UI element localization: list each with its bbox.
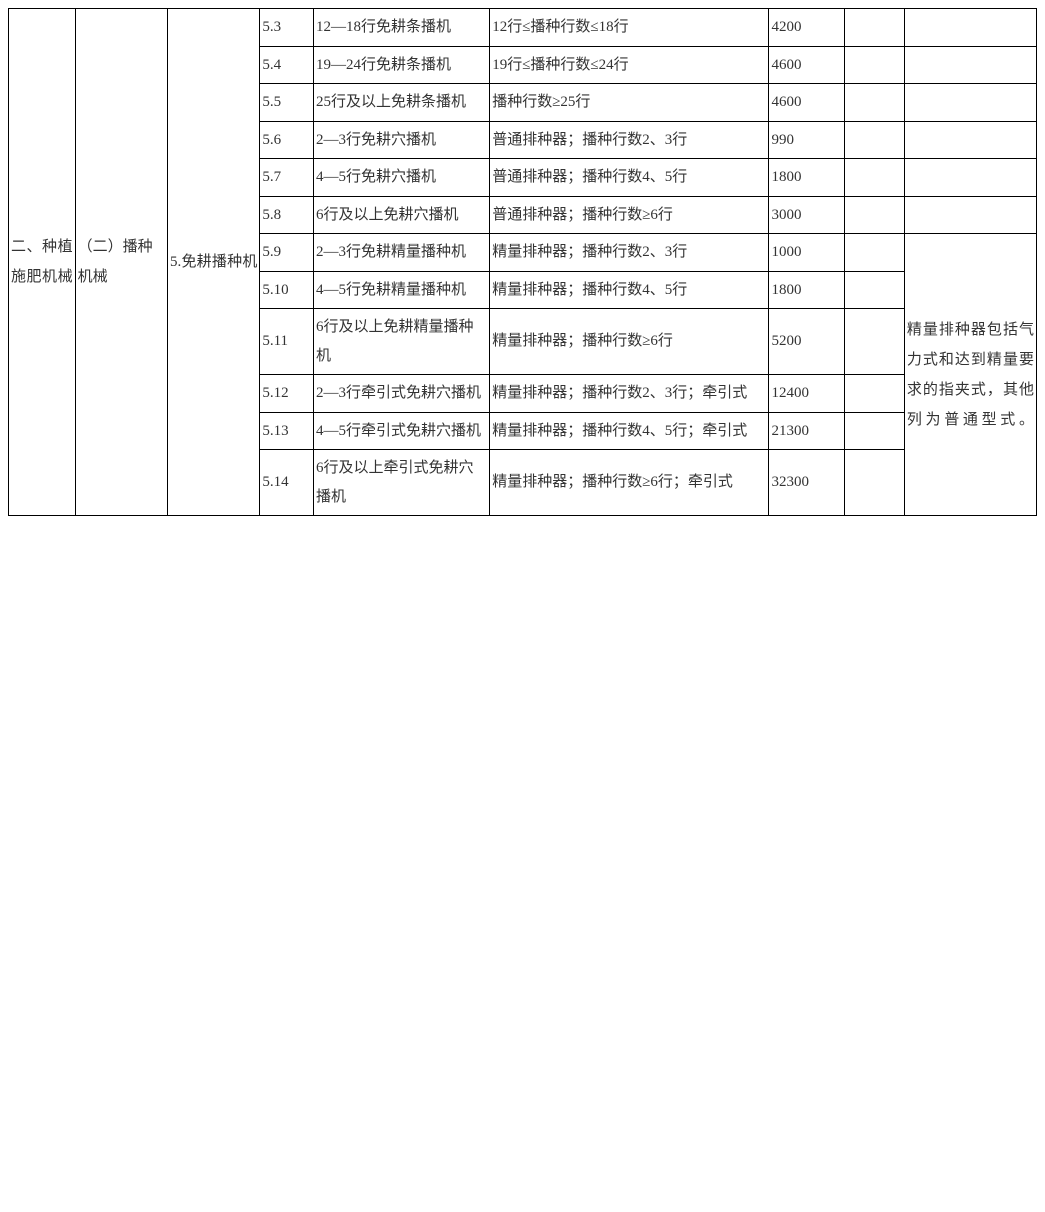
blank-cell [844, 234, 904, 272]
blank-cell [844, 412, 904, 450]
blank-cell [844, 271, 904, 309]
subsidy-cell: 5200 [769, 309, 844, 375]
note-cell: 精量排种器包括气力式和达到精量要求的指夹式，其他列为普通型式。 [904, 234, 1036, 516]
blank-cell [844, 375, 904, 413]
subsidy-cell: 21300 [769, 412, 844, 450]
subsidy-cell: 990 [769, 121, 844, 159]
subsidy-cell: 32300 [769, 450, 844, 516]
code-cell: 5.4 [260, 46, 314, 84]
table-row: 二、种植施肥机械 （二）播种机械 5.免耕播种机 5.3 12—18行免耕条播机… [9, 9, 1037, 47]
code-cell: 5.6 [260, 121, 314, 159]
spec-cell: 12行≤播种行数≤18行 [490, 9, 769, 47]
name-cell: 2—3行牵引式免耕穴播机 [314, 375, 490, 413]
name-cell: 6行及以上免耕穴播机 [314, 196, 490, 234]
subsidy-table: 二、种植施肥机械 （二）播种机械 5.免耕播种机 5.3 12—18行免耕条播机… [8, 8, 1037, 516]
subcategory-cell: （二）播种机械 [75, 9, 167, 516]
note-cell [904, 121, 1036, 159]
name-cell: 2—3行免耕穴播机 [314, 121, 490, 159]
name-cell: 4—5行免耕穴播机 [314, 159, 490, 197]
code-cell: 5.11 [260, 309, 314, 375]
spec-cell: 播种行数≥25行 [490, 84, 769, 122]
subsidy-cell: 1000 [769, 234, 844, 272]
spec-cell: 普通排种器；播种行数≥6行 [490, 196, 769, 234]
subsidy-cell: 4600 [769, 46, 844, 84]
code-cell: 5.5 [260, 84, 314, 122]
blank-cell [844, 309, 904, 375]
subsidy-cell: 1800 [769, 271, 844, 309]
category-cell: 二、种植施肥机械 [9, 9, 76, 516]
blank-cell [844, 121, 904, 159]
blank-cell [844, 46, 904, 84]
code-cell: 5.14 [260, 450, 314, 516]
group-cell: 5.免耕播种机 [167, 9, 259, 516]
blank-cell [844, 9, 904, 47]
spec-cell: 精量排种器；播种行数2、3行；牵引式 [490, 375, 769, 413]
code-cell: 5.9 [260, 234, 314, 272]
name-cell: 6行及以上免耕精量播种机 [314, 309, 490, 375]
subsidy-cell: 12400 [769, 375, 844, 413]
name-cell: 2—3行免耕精量播种机 [314, 234, 490, 272]
code-cell: 5.13 [260, 412, 314, 450]
code-cell: 5.8 [260, 196, 314, 234]
spec-cell: 普通排种器；播种行数2、3行 [490, 121, 769, 159]
note-cell [904, 46, 1036, 84]
name-cell: 12—18行免耕条播机 [314, 9, 490, 47]
name-cell: 6行及以上牵引式免耕穴播机 [314, 450, 490, 516]
spec-cell: 19行≤播种行数≤24行 [490, 46, 769, 84]
code-cell: 5.12 [260, 375, 314, 413]
code-cell: 5.3 [260, 9, 314, 47]
note-cell [904, 9, 1036, 47]
subsidy-cell: 4600 [769, 84, 844, 122]
spec-cell: 精量排种器；播种行数4、5行 [490, 271, 769, 309]
spec-cell: 精量排种器；播种行数≥6行；牵引式 [490, 450, 769, 516]
subsidy-cell: 3000 [769, 196, 844, 234]
spec-cell: 精量排种器；播种行数≥6行 [490, 309, 769, 375]
spec-cell: 普通排种器；播种行数4、5行 [490, 159, 769, 197]
name-cell: 19—24行免耕条播机 [314, 46, 490, 84]
subsidy-cell: 1800 [769, 159, 844, 197]
name-cell: 25行及以上免耕条播机 [314, 84, 490, 122]
note-cell [904, 84, 1036, 122]
blank-cell [844, 84, 904, 122]
code-cell: 5.7 [260, 159, 314, 197]
note-cell [904, 159, 1036, 197]
spec-cell: 精量排种器；播种行数2、3行 [490, 234, 769, 272]
name-cell: 4—5行免耕精量播种机 [314, 271, 490, 309]
blank-cell [844, 450, 904, 516]
code-cell: 5.10 [260, 271, 314, 309]
name-cell: 4—5行牵引式免耕穴播机 [314, 412, 490, 450]
blank-cell [844, 196, 904, 234]
subsidy-cell: 4200 [769, 9, 844, 47]
blank-cell [844, 159, 904, 197]
spec-cell: 精量排种器；播种行数4、5行；牵引式 [490, 412, 769, 450]
note-cell [904, 196, 1036, 234]
